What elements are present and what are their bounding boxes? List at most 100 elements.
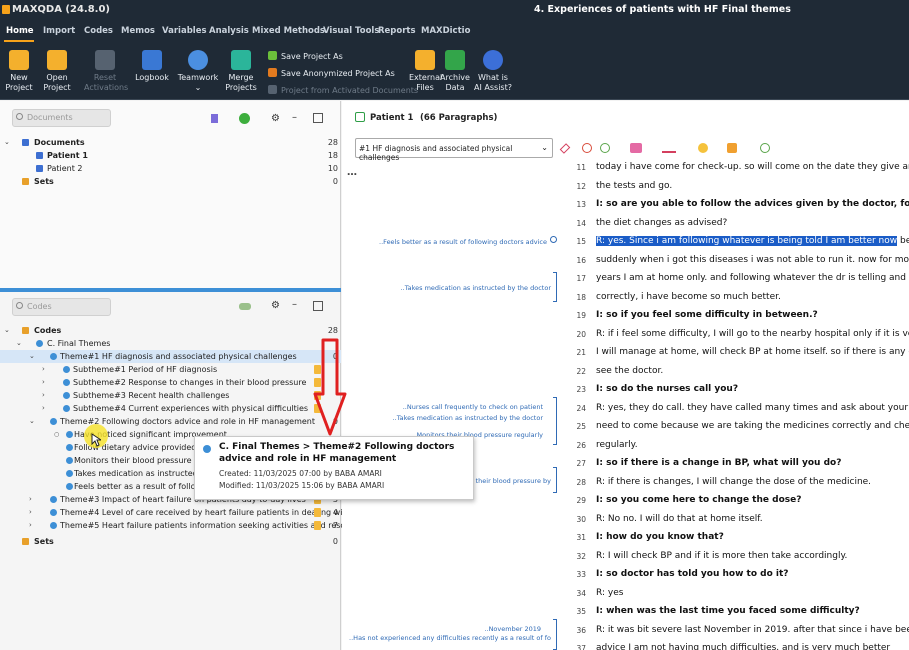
coded-segment-bracket[interactable] bbox=[553, 272, 557, 302]
code-in-vivo-icon[interactable] bbox=[600, 143, 610, 153]
document-row[interactable]: Patient 1 18 bbox=[0, 149, 341, 162]
tab-visual-tools[interactable]: Visual Tools bbox=[323, 26, 379, 36]
paragraph-line[interactable]: R: if there is changes, I will change th… bbox=[596, 477, 871, 487]
maximize-icon[interactable] bbox=[313, 113, 323, 123]
open-project-button[interactable]: Open Project bbox=[38, 50, 76, 93]
paragraph-line[interactable]: I: so do the nurses call you? bbox=[596, 384, 738, 394]
pen-icon[interactable] bbox=[662, 143, 676, 153]
expand-arrow-icon[interactable]: › bbox=[29, 519, 37, 532]
paragraph-line[interactable]: suddenly when i got this diseases i was … bbox=[596, 255, 909, 265]
coded-segment-bracket[interactable] bbox=[553, 619, 557, 650]
save-anonymized-button[interactable]: Save Anonymized Project As bbox=[268, 68, 395, 78]
coded-segment-label[interactable]: ..Has not experienced any difficulties r… bbox=[349, 634, 551, 642]
tab-mixed-methods[interactable]: Mixed Methods bbox=[252, 26, 325, 36]
expand-arrow-icon[interactable]: › bbox=[42, 389, 50, 402]
expand-arrow-icon[interactable]: › bbox=[42, 376, 50, 389]
expand-arrow-icon[interactable]: ⌄ bbox=[4, 324, 12, 337]
paragraph-line[interactable]: I: so doctor has told you how to do it? bbox=[596, 569, 789, 579]
documents-root-row[interactable]: ⌄ Documents 28 bbox=[0, 136, 341, 149]
coded-segment-label[interactable]: ..Nurses call frequently to check on pat… bbox=[403, 403, 543, 411]
code-row[interactable]: › Theme#5 Heart failure patients informa… bbox=[0, 519, 353, 532]
expand-arrow-icon[interactable]: › bbox=[42, 402, 50, 415]
paragraph-line[interactable]: correctly, i have become so much better. bbox=[596, 292, 781, 302]
paragraph-line[interactable]: the diet changes as advised? bbox=[596, 218, 727, 228]
codes-root-row[interactable]: ⌄ Codes 28 bbox=[0, 324, 341, 337]
coded-segment-label[interactable]: ..November 2019 bbox=[484, 625, 541, 633]
external-files-button[interactable]: External Files bbox=[409, 50, 442, 93]
more-options-icon[interactable]: … bbox=[347, 167, 357, 178]
code-row[interactable]: › Theme#4 Level of care received by hear… bbox=[0, 506, 350, 519]
paragraph-line[interactable]: advice I am not having much difficulties… bbox=[596, 643, 890, 650]
code-row-theme1[interactable]: ⌄ Theme#1 HF diagnosis and associated ph… bbox=[0, 350, 341, 363]
add-code-icon[interactable] bbox=[239, 303, 251, 310]
code-row[interactable]: › Subtheme#2 Response to changes in thei… bbox=[0, 376, 341, 389]
expand-arrow-icon[interactable]: ⌄ bbox=[4, 136, 12, 149]
expand-arrow-icon[interactable]: › bbox=[29, 506, 37, 519]
memo-icon[interactable] bbox=[727, 143, 737, 153]
tab-variables[interactable]: Variables bbox=[162, 26, 207, 36]
settings-icon[interactable]: ⚙ bbox=[271, 300, 281, 311]
code-with-color-icon[interactable] bbox=[582, 143, 592, 153]
tab-memos[interactable]: Memos bbox=[121, 26, 155, 36]
logbook-button[interactable]: Logbook bbox=[134, 50, 170, 83]
paragraph-line[interactable]: today i have come for check-up. so will … bbox=[596, 162, 909, 172]
memo-icon[interactable] bbox=[314, 508, 321, 517]
paragraph-line[interactable]: R: it was bit severe last November in 20… bbox=[596, 625, 909, 635]
tab-maxdictio[interactable]: MAXDictio bbox=[421, 26, 470, 36]
document-row[interactable]: Patient 2 10 bbox=[0, 162, 341, 175]
paragraph-line[interactable]: see the doctor. bbox=[596, 366, 663, 376]
minimize-icon[interactable]: – bbox=[292, 299, 302, 310]
code-row[interactable]: › Subtheme#4 Current experiences with ph… bbox=[0, 402, 341, 415]
tab-home[interactable]: Home bbox=[6, 26, 34, 36]
code-row[interactable]: › Subtheme#1 Period of HF diagnosis bbox=[0, 363, 341, 376]
code-marker-icon[interactable] bbox=[550, 236, 557, 243]
paragraph-line[interactable]: I: so you come here to change the dose? bbox=[596, 495, 801, 505]
paragraph-line[interactable]: I: so if there is a change in BP, what w… bbox=[596, 458, 841, 468]
paragraph-line[interactable]: years I am at home only. and following w… bbox=[596, 273, 909, 283]
highlight-code-icon[interactable] bbox=[559, 143, 571, 154]
smiley-icon[interactable] bbox=[698, 143, 708, 153]
expand-arrow-icon[interactable]: › bbox=[42, 363, 50, 376]
add-document-icon[interactable] bbox=[239, 113, 250, 124]
paragraph-line[interactable]: I: how do you know that? bbox=[596, 532, 724, 542]
edit-document-icon[interactable] bbox=[355, 112, 365, 122]
new-project-button[interactable]: New Project bbox=[4, 50, 34, 93]
settings-icon[interactable]: ⚙ bbox=[271, 113, 281, 124]
link-icon[interactable] bbox=[760, 143, 770, 153]
code-row[interactable]: › Subtheme#3 Recent health challenges bbox=[0, 389, 341, 402]
code-row[interactable]: ⌄ C. Final Themes bbox=[0, 337, 341, 350]
merge-projects-button[interactable]: Merge Projects bbox=[223, 50, 259, 93]
paragraph-line[interactable]: need to come because we are taking the m… bbox=[596, 421, 909, 431]
reset-activations-button[interactable]: Reset Activations bbox=[84, 50, 128, 93]
coded-segment-bracket[interactable] bbox=[553, 397, 557, 445]
paragraph-line[interactable]: regularly. bbox=[596, 440, 638, 450]
emoticode-icon[interactable] bbox=[630, 143, 642, 153]
tab-reports[interactable]: Reports bbox=[378, 26, 416, 36]
expand-arrow-icon[interactable]: › bbox=[29, 493, 37, 506]
documents-search-input[interactable]: Documents bbox=[12, 109, 111, 127]
teamwork-button[interactable]: Teamwork ⌄ bbox=[177, 50, 219, 93]
document-icon[interactable] bbox=[211, 114, 218, 123]
paragraph-line[interactable]: R: I will check BP and if it is more the… bbox=[596, 551, 847, 561]
expand-arrow-icon[interactable]: ⌄ bbox=[29, 350, 37, 363]
tab-import[interactable]: Import bbox=[43, 26, 75, 36]
tab-codes[interactable]: Codes bbox=[84, 26, 113, 36]
selected-text[interactable]: R: yes. Since i am following whatever is… bbox=[596, 236, 898, 246]
paragraph-line[interactable]: R: if i feel some difficulty, I will go … bbox=[596, 329, 909, 339]
tab-analysis[interactable]: Analysis bbox=[209, 26, 249, 36]
paragraph-line[interactable]: the tests and go. bbox=[596, 181, 672, 191]
coded-segment-label[interactable]: ..Takes medication as instructed by the … bbox=[401, 284, 551, 292]
coded-segment-bracket[interactable] bbox=[553, 467, 557, 493]
paragraph-line[interactable]: R: yes bbox=[596, 588, 623, 598]
ai-assist-button[interactable]: What is AI Assist? bbox=[474, 50, 512, 93]
project-from-activated-button[interactable]: Project from Activated Documents bbox=[268, 85, 418, 95]
paragraph-line[interactable]: I: so are you able to follow the advices… bbox=[596, 199, 909, 209]
paragraph-line[interactable]: I will manage at home, will check BP at … bbox=[596, 347, 909, 357]
paragraph-line[interactable]: I: so if you feel some difficulty in bet… bbox=[596, 310, 818, 320]
memo-icon[interactable] bbox=[314, 521, 321, 530]
expand-arrow-icon[interactable]: ⌄ bbox=[29, 415, 37, 428]
archive-data-button[interactable]: Archive Data bbox=[440, 50, 470, 93]
expand-arrow-icon[interactable]: ⌄ bbox=[16, 337, 24, 350]
paragraph-line[interactable]: R: No no. I will do that at home itself. bbox=[596, 514, 763, 524]
document-sets-row[interactable]: Sets 0 bbox=[0, 175, 341, 188]
